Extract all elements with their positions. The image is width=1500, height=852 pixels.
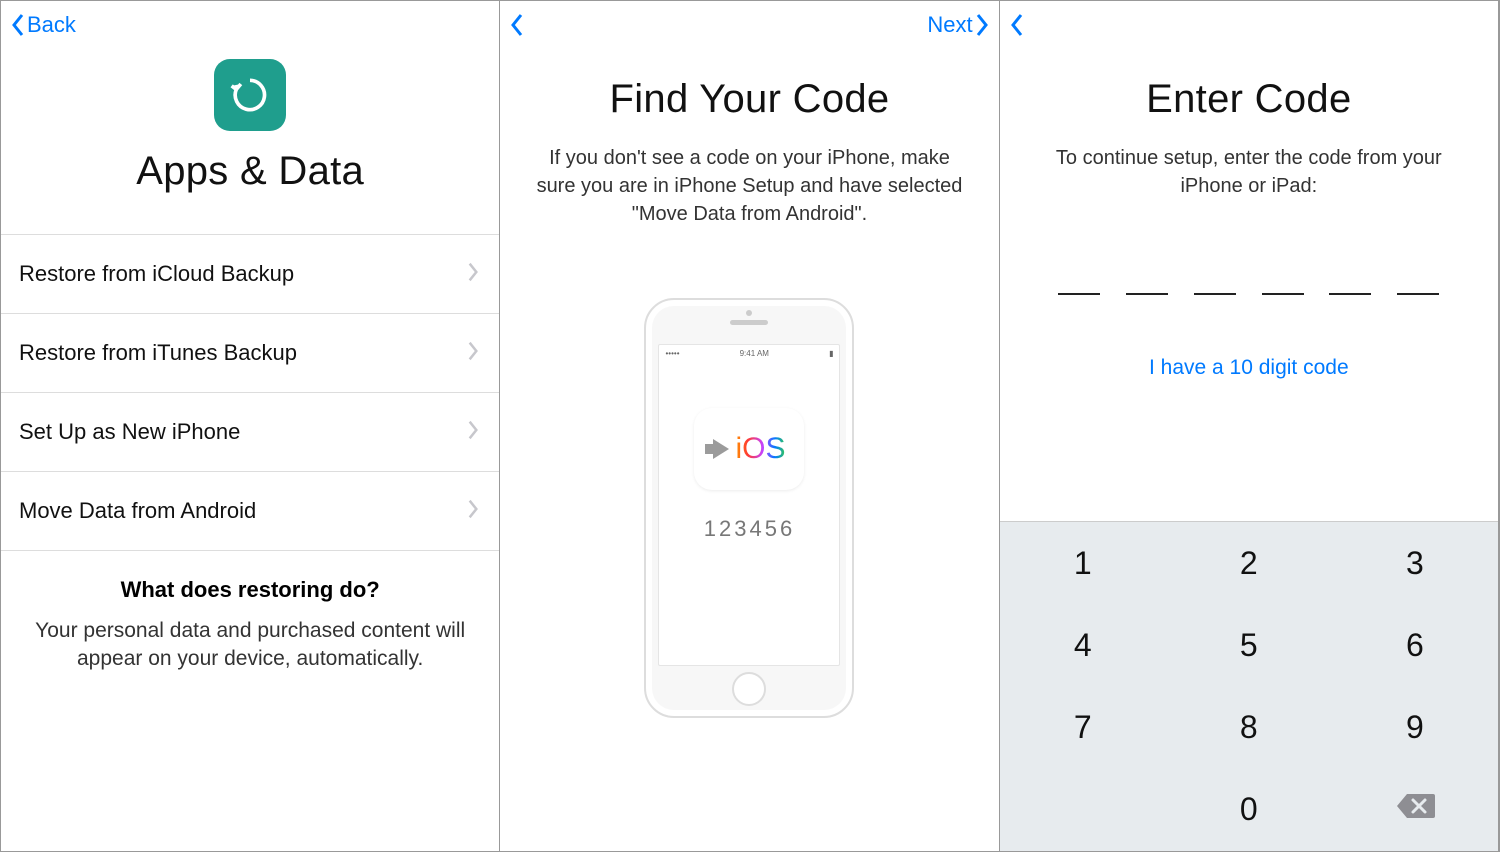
page-subtitle: To continue setup, enter the code from y… [1000,144,1498,200]
code-digit-slot [1126,277,1168,295]
back-button[interactable] [1010,13,1024,37]
ten-digit-code-link[interactable]: I have a 10 digit code [1000,356,1498,380]
keypad-key-2[interactable]: 2 [1166,522,1332,604]
footer-heading: What does restoring do? [31,577,469,603]
apps-and-data-panel: Back Apps & Data Restore from iCloud Bac… [1,1,500,851]
option-move-android[interactable]: Move Data from Android [1,472,499,551]
keypad-key-1[interactable]: 1 [1000,522,1166,604]
back-label: Back [27,12,76,38]
next-label: Next [927,12,972,38]
camera-dot-icon [746,310,752,316]
sample-code: 123456 [704,516,795,542]
ios-wordmark: iOS [735,432,785,466]
chevron-right-icon [467,499,481,523]
keypad-key-8[interactable]: 8 [1166,687,1332,769]
page-title: Enter Code [1000,77,1498,122]
page-title: Find Your Code [500,77,998,122]
restore-hero-icon [214,59,286,131]
chevron-right-icon [467,341,481,365]
next-button[interactable]: Next [927,12,988,38]
keypad-delete-button[interactable] [1332,769,1498,851]
code-digit-slot [1397,277,1439,295]
find-your-code-panel: Next Find Your Code If you don't see a c… [500,1,999,851]
option-label: Restore from iTunes Backup [19,340,297,366]
option-restore-itunes[interactable]: Restore from iTunes Backup [1,314,499,393]
status-time: 9:41 AM [740,349,769,358]
keypad-key-3[interactable]: 3 [1332,522,1498,604]
navbar: Back [1,1,499,49]
option-label: Move Data from Android [19,498,256,524]
code-digit-slot [1194,277,1236,295]
back-button[interactable] [510,13,524,37]
arrow-right-icon [713,439,729,459]
phone-illustration: ••••• 9:41 AM ▮ iOS 123456 [500,298,998,718]
keypad-key-4[interactable]: 4 [1000,604,1166,686]
keypad-key-0[interactable]: 0 [1166,769,1332,851]
chevron-right-icon [467,420,481,444]
restoring-explainer: What does restoring do? Your personal da… [1,551,499,684]
enter-code-panel: Enter Code To continue setup, enter the … [1000,1,1499,851]
move-to-ios-badge: iOS [694,408,804,490]
code-digit-slot [1329,277,1371,295]
chevron-left-icon [1010,13,1024,37]
speaker-icon [730,320,768,325]
signal-icon: ••••• [665,349,679,358]
chevron-left-icon [11,13,25,37]
code-digit-slot [1262,277,1304,295]
keypad-key-9[interactable]: 9 [1332,687,1498,769]
backspace-icon [1395,791,1435,828]
chevron-right-icon [467,262,481,286]
option-setup-new[interactable]: Set Up as New iPhone [1,393,499,472]
keypad-key-5[interactable]: 5 [1166,604,1332,686]
keypad-blank [1000,769,1166,851]
footer-body: Your personal data and purchased content… [31,617,469,674]
option-restore-icloud[interactable]: Restore from iCloud Backup [1,235,499,314]
numeric-keypad: 1 2 3 4 5 6 7 8 9 0 [1000,521,1498,851]
keypad-key-7[interactable]: 7 [1000,687,1166,769]
navbar [1000,1,1498,49]
options-list: Restore from iCloud Backup Restore from … [1,234,499,551]
home-button-icon [732,672,766,706]
code-digit-slot [1058,277,1100,295]
iphone-frame: ••••• 9:41 AM ▮ iOS 123456 [644,298,854,718]
keypad-key-6[interactable]: 6 [1332,604,1498,686]
battery-icon: ▮ [829,349,833,358]
phone-statusbar: ••••• 9:41 AM ▮ [659,349,839,358]
code-input[interactable] [1000,270,1498,302]
back-button[interactable]: Back [11,12,76,38]
chevron-left-icon [510,13,524,37]
chevron-right-icon [975,13,989,37]
phone-screen: ••••• 9:41 AM ▮ iOS 123456 [658,344,840,666]
option-label: Set Up as New iPhone [19,419,240,445]
page-subtitle: If you don't see a code on your iPhone, … [500,144,998,228]
page-title: Apps & Data [1,149,499,194]
option-label: Restore from iCloud Backup [19,261,294,287]
navbar: Next [500,1,998,49]
